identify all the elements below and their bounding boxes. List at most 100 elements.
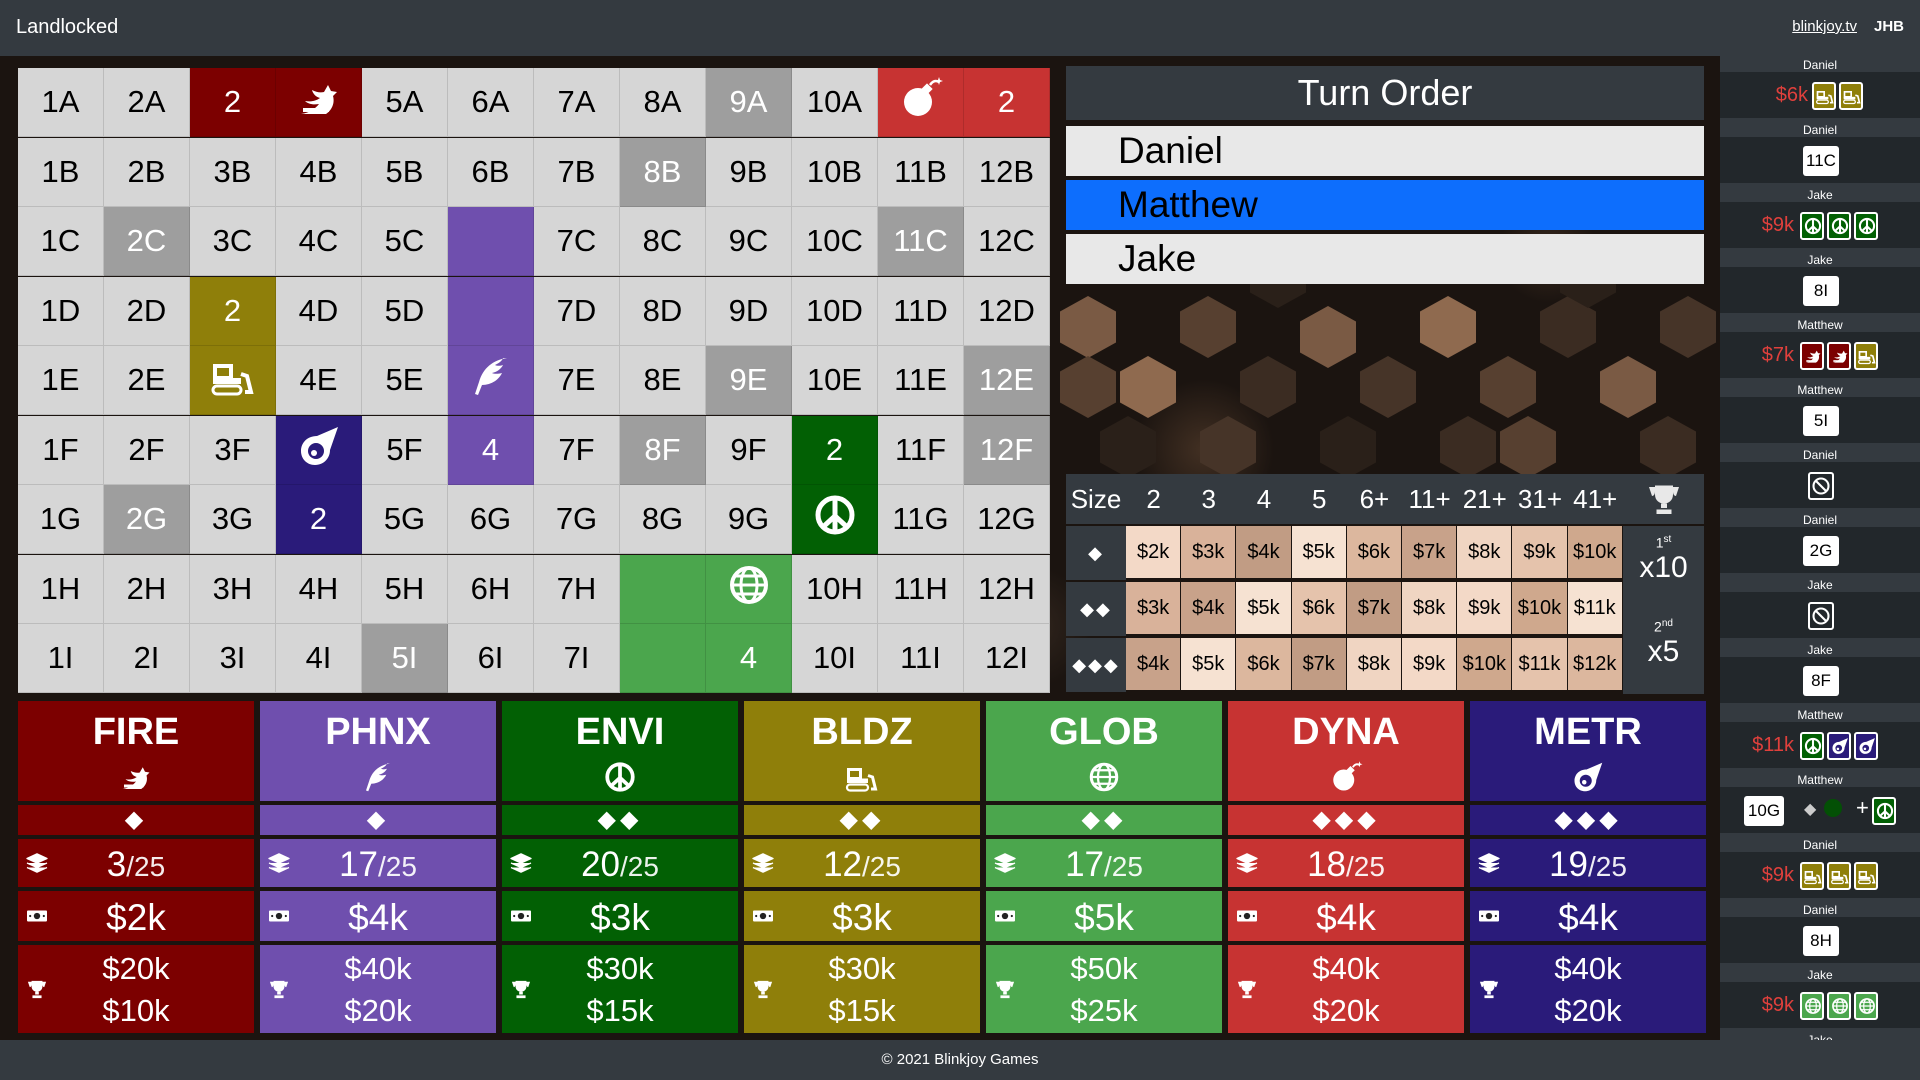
board-cell[interactable]: 2C bbox=[104, 207, 190, 276]
board-cell[interactable]: 5D bbox=[362, 276, 448, 346]
board-cell[interactable]: 6B bbox=[448, 137, 534, 207]
board-cell[interactable]: 5E bbox=[362, 346, 448, 415]
board-cell[interactable]: 2 bbox=[964, 68, 1050, 137]
board-cell[interactable]: 5F bbox=[362, 415, 448, 485]
board-cell-hq-glob[interactable] bbox=[706, 554, 792, 624]
board-cell[interactable]: 1H bbox=[18, 554, 104, 624]
company-card-dyna[interactable]: DYNA ◆◆◆ 18/25 $4k $40k $20k bbox=[1228, 701, 1464, 1033]
board-cell[interactable]: 2B bbox=[104, 137, 190, 207]
board-cell[interactable]: 12D bbox=[964, 276, 1050, 346]
board-cell[interactable]: 7I bbox=[534, 624, 620, 693]
board-cell[interactable] bbox=[448, 207, 534, 276]
board-cell-hq-envi[interactable] bbox=[792, 485, 878, 554]
company-card-phnx[interactable]: PHNX ◆ 17/25 $4k $40k $20k bbox=[260, 701, 496, 1033]
board-cell[interactable]: 3B bbox=[190, 137, 276, 207]
board-cell-hq-bldz[interactable] bbox=[190, 346, 276, 415]
board-cell[interactable]: 1D bbox=[18, 276, 104, 346]
board-cell[interactable]: 1G bbox=[18, 485, 104, 554]
board-cell[interactable]: 10H bbox=[792, 554, 878, 624]
board-cell[interactable]: 9F bbox=[706, 415, 792, 485]
board-cell[interactable]: 2 bbox=[792, 415, 878, 485]
board-cell[interactable]: 8G bbox=[620, 485, 706, 554]
board-cell[interactable]: 6A bbox=[448, 68, 534, 137]
board-cell[interactable] bbox=[620, 624, 706, 693]
board-cell[interactable]: 5G bbox=[362, 485, 448, 554]
board-cell[interactable]: 12G bbox=[964, 485, 1050, 554]
board-cell[interactable]: 8A bbox=[620, 68, 706, 137]
board-cell[interactable]: 12E bbox=[964, 346, 1050, 415]
board-cell[interactable]: 2A bbox=[104, 68, 190, 137]
company-card-glob[interactable]: GLOB ◆◆ 17/25 $5k $50k $25k bbox=[986, 701, 1222, 1033]
board-cell[interactable]: 8E bbox=[620, 346, 706, 415]
board-cell[interactable]: 1A bbox=[18, 68, 104, 137]
board-cell[interactable]: 8C bbox=[620, 207, 706, 276]
board-cell[interactable]: 4B bbox=[276, 137, 362, 207]
board-cell[interactable]: 2H bbox=[104, 554, 190, 624]
board-cell[interactable]: 4H bbox=[276, 554, 362, 624]
board-cell[interactable]: 5C bbox=[362, 207, 448, 276]
board-cell[interactable] bbox=[448, 276, 534, 346]
board-cell[interactable]: 4E bbox=[276, 346, 362, 415]
board-cell[interactable]: 3H bbox=[190, 554, 276, 624]
board-cell[interactable]: 7D bbox=[534, 276, 620, 346]
company-card-envi[interactable]: ENVI ◆◆ 20/25 $3k $30k $15k bbox=[502, 701, 738, 1033]
board-cell[interactable]: 8B bbox=[620, 137, 706, 207]
board-cell[interactable]: 2 bbox=[190, 68, 276, 137]
board-cell[interactable]: 12H bbox=[964, 554, 1050, 624]
board-cell[interactable]: 11D bbox=[878, 276, 964, 346]
board-cell[interactable]: 7G bbox=[534, 485, 620, 554]
board-cell[interactable]: 5I bbox=[362, 624, 448, 693]
game-log-sidebar[interactable]: Daniel $6k Daniel 11C Jake $9k Jake 8I Matthew $7… bbox=[1720, 56, 1920, 1040]
board-cell[interactable]: 3F bbox=[190, 415, 276, 485]
board-cell[interactable]: 9D bbox=[706, 276, 792, 346]
board-cell[interactable]: 5H bbox=[362, 554, 448, 624]
board-cell[interactable]: 2F bbox=[104, 415, 190, 485]
board-cell[interactable]: 12I bbox=[964, 624, 1050, 693]
board-cell[interactable]: 3I bbox=[190, 624, 276, 693]
board-cell[interactable]: 4I bbox=[276, 624, 362, 693]
board-cell[interactable]: 2G bbox=[104, 485, 190, 554]
company-card-fire[interactable]: FIRE ◆ 3/25 $2k $20k $10k bbox=[18, 701, 254, 1033]
board-cell-hq-dyna[interactable] bbox=[878, 68, 964, 137]
board-cell[interactable]: 10B bbox=[792, 137, 878, 207]
board-cell[interactable]: 4D bbox=[276, 276, 362, 346]
board-cell[interactable]: 10I bbox=[792, 624, 878, 693]
board-cell[interactable]: 4 bbox=[706, 624, 792, 693]
board-cell[interactable]: 6H bbox=[448, 554, 534, 624]
board-cell[interactable]: 1C bbox=[18, 207, 104, 276]
board-cell-hq-fire[interactable] bbox=[276, 68, 362, 137]
board-cell[interactable]: 8F bbox=[620, 415, 706, 485]
board-cell[interactable]: 7C bbox=[534, 207, 620, 276]
board-cell[interactable]: 7A bbox=[534, 68, 620, 137]
company-card-metr[interactable]: METR ◆◆◆ 19/25 $4k $40k $20k bbox=[1470, 701, 1706, 1033]
board-cell[interactable]: 12F bbox=[964, 415, 1050, 485]
board-cell[interactable]: 3G bbox=[190, 485, 276, 554]
board-cell[interactable]: 7H bbox=[534, 554, 620, 624]
board-cell[interactable]: 10A bbox=[792, 68, 878, 137]
board-cell[interactable]: 11E bbox=[878, 346, 964, 415]
board-cell-hq-phnx[interactable] bbox=[448, 346, 534, 415]
board-cell[interactable]: 10E bbox=[792, 346, 878, 415]
board-cell[interactable]: 4C bbox=[276, 207, 362, 276]
board-cell[interactable] bbox=[620, 554, 706, 624]
board-cell[interactable]: 7F bbox=[534, 415, 620, 485]
board-cell[interactable]: 11F bbox=[878, 415, 964, 485]
board-cell[interactable]: 2 bbox=[190, 276, 276, 346]
board-cell[interactable]: 10D bbox=[792, 276, 878, 346]
site-link[interactable]: blinkjoy.tv bbox=[1792, 18, 1857, 35]
board-cell[interactable]: 1F bbox=[18, 415, 104, 485]
board-cell[interactable]: 12B bbox=[964, 137, 1050, 207]
board-cell[interactable]: 5B bbox=[362, 137, 448, 207]
board-cell[interactable]: 6I bbox=[448, 624, 534, 693]
board-cell[interactable]: 6G bbox=[448, 485, 534, 554]
board-cell[interactable]: 7B bbox=[534, 137, 620, 207]
board-cell[interactable]: 1E bbox=[18, 346, 104, 415]
board-cell[interactable]: 1I bbox=[18, 624, 104, 693]
company-card-bldz[interactable]: BLDZ ◆◆ 12/25 $3k $30k $15k bbox=[744, 701, 980, 1033]
board-cell[interactable]: 9G bbox=[706, 485, 792, 554]
board-cell[interactable]: 9E bbox=[706, 346, 792, 415]
board-cell[interactable]: 11G bbox=[878, 485, 964, 554]
board-cell-hq-metr[interactable] bbox=[276, 415, 362, 485]
user-initials[interactable]: JHB bbox=[1874, 18, 1904, 35]
board-cell[interactable]: 1B bbox=[18, 137, 104, 207]
